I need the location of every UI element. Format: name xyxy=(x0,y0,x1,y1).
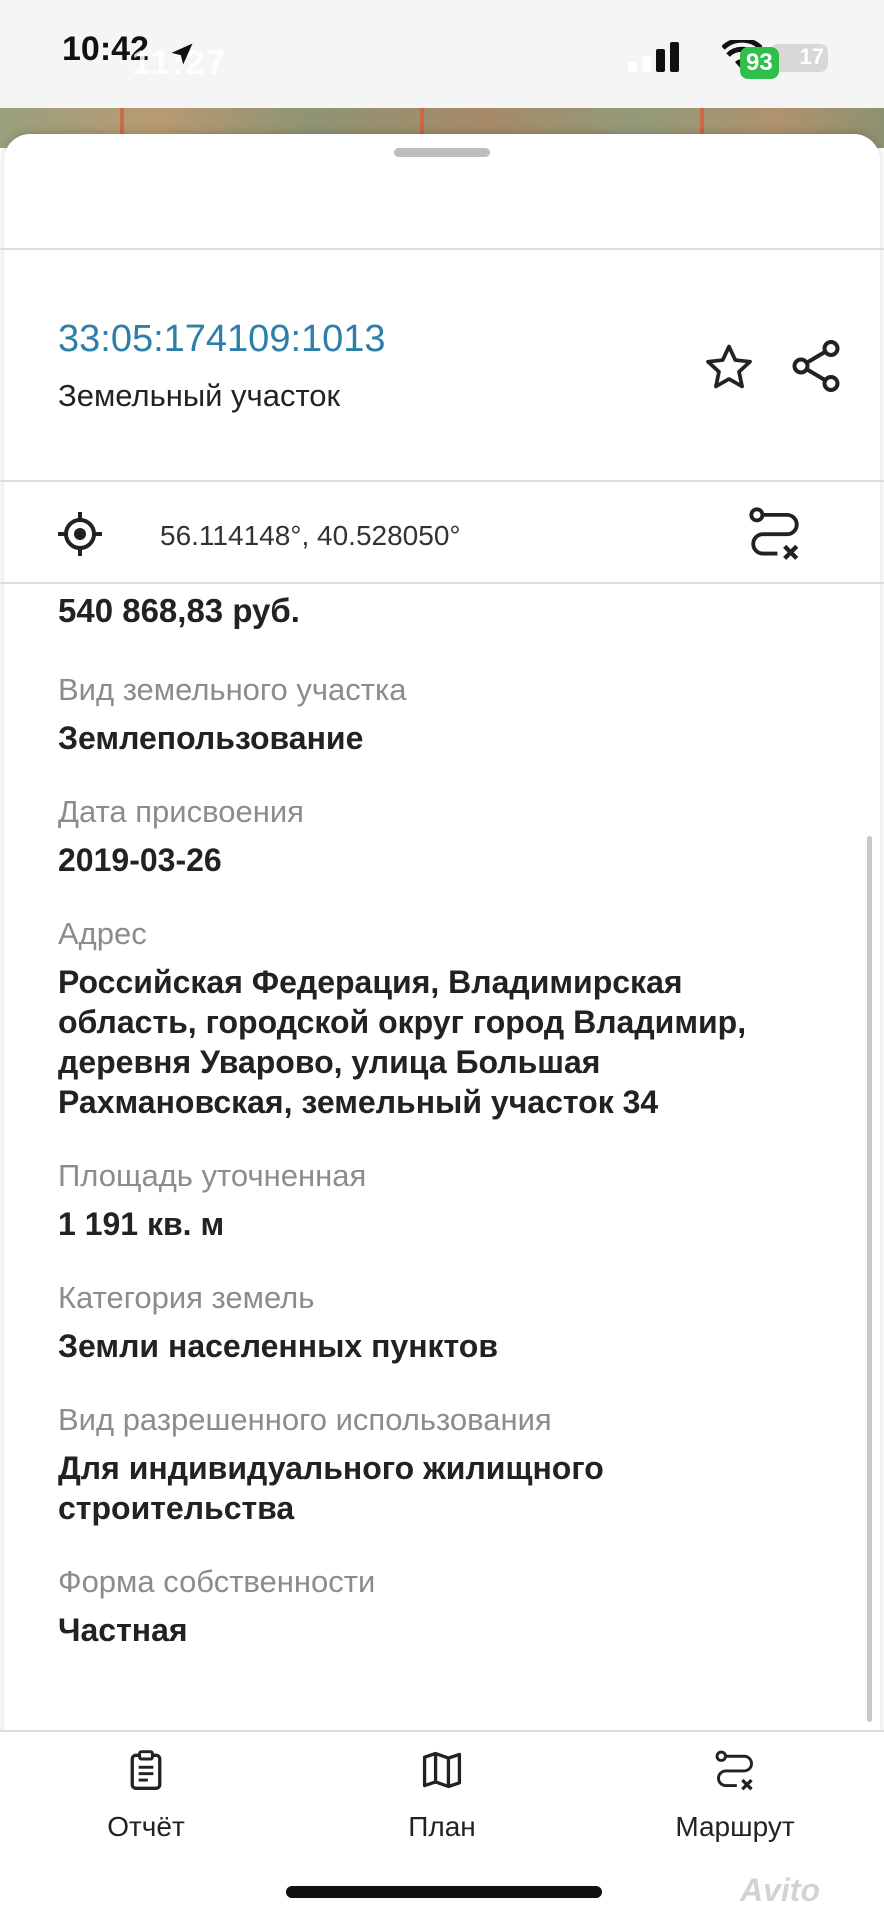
coordinates[interactable]: 56.114148°, 40.528050° xyxy=(160,520,461,552)
route-icon xyxy=(715,1750,753,1791)
divider xyxy=(0,480,884,482)
field-value-permitted-use: Для индивидуального жилищного строительс… xyxy=(58,1450,604,1526)
clipboard-icon xyxy=(130,1750,162,1790)
field-label-area: Площадь уточненная xyxy=(58,1158,367,1193)
scrollbar[interactable] xyxy=(867,836,872,1722)
divider xyxy=(0,582,884,584)
field-value-ownership: Частная xyxy=(58,1612,188,1648)
crosshair-icon[interactable] xyxy=(56,510,104,558)
cellular-signal-icon xyxy=(628,42,679,72)
cadastral-number[interactable]: 33:05:174109:1013 xyxy=(58,318,386,361)
nav-plan-label: План xyxy=(408,1811,476,1842)
field-value-land-type: Землепользование xyxy=(58,720,364,756)
nav-plan-button[interactable]: План xyxy=(390,1748,494,1843)
location-arrow-icon xyxy=(171,43,193,65)
detail-field: Адрес Российская Федерация, Владимирская… xyxy=(58,914,824,1122)
nav-report-button[interactable]: Отчёт xyxy=(88,1748,204,1843)
divider xyxy=(0,1730,884,1732)
field-label-permitted-use: Вид разрешенного использования xyxy=(58,1402,552,1437)
field-value-assign-date: 2019-03-26 xyxy=(58,842,222,878)
detail-field: Вид земельного участка Землепользование xyxy=(58,670,824,758)
nav-route-button[interactable]: Маршрут xyxy=(660,1748,810,1843)
field-value-address: Российская Федерация, Владимирская облас… xyxy=(58,964,747,1120)
field-label-land-category: Категория земель xyxy=(58,1280,315,1315)
cadastral-value: 540 868,83 руб. xyxy=(58,592,300,629)
field-value-land-category: Земли населенных пунктов xyxy=(58,1328,499,1364)
map-icon xyxy=(422,1751,462,1789)
detail-field: Площадь уточненная 1 191 кв. м xyxy=(58,1156,824,1244)
home-indicator[interactable] xyxy=(286,1886,602,1898)
object-type: Земельный участок xyxy=(58,378,341,413)
detail-field: Вид разрешенного использования Для индив… xyxy=(58,1400,824,1528)
detail-field: Форма собственности Частная xyxy=(58,1562,824,1650)
watermark: Avito xyxy=(740,1872,820,1908)
battery-indicator: 93 xyxy=(740,47,779,79)
divider xyxy=(0,248,884,250)
nav-route-label: Маршрут xyxy=(675,1811,795,1842)
field-label-land-type: Вид земельного участка xyxy=(58,672,407,707)
field-label-assign-date: Дата присвоения xyxy=(58,794,304,829)
nav-report-label: Отчёт xyxy=(107,1811,185,1842)
status-bar: 10:42 11:27 17 93 xyxy=(0,0,884,110)
route-icon[interactable] xyxy=(746,504,804,562)
details-list[interactable]: 540 868,83 руб. Вид земельного участка З… xyxy=(58,592,824,1650)
field-value-area: 1 191 кв. м xyxy=(58,1206,225,1242)
detail-field: Категория земель Земли населенных пункто… xyxy=(58,1278,824,1366)
field-label-address: Адрес xyxy=(58,916,147,951)
sheet-drag-handle[interactable] xyxy=(394,148,490,157)
star-icon[interactable] xyxy=(700,340,758,396)
share-icon[interactable] xyxy=(786,336,846,396)
field-label-ownership: Форма собственности xyxy=(58,1564,376,1599)
detail-field: Дата присвоения 2019-03-26 xyxy=(58,792,824,880)
